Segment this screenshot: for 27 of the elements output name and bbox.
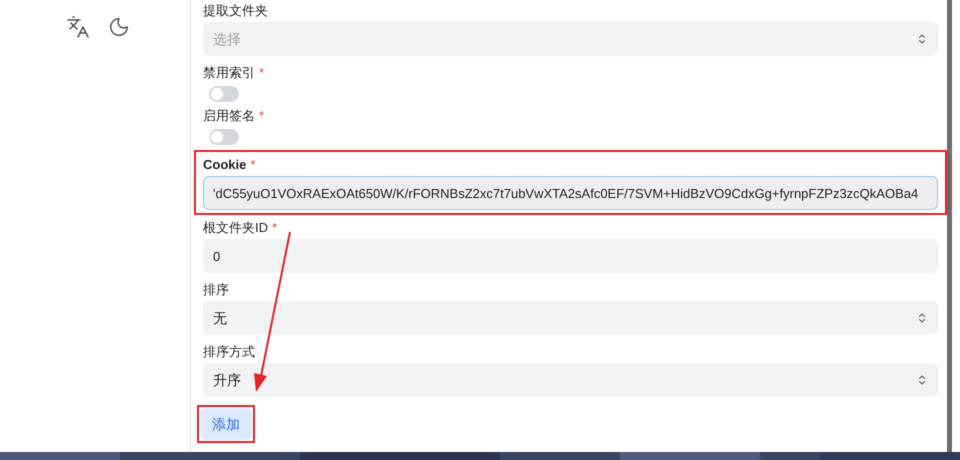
toggle-switch[interactable] (209, 129, 239, 145)
required-mark: * (259, 64, 264, 82)
add-button[interactable]: 添加 (200, 408, 252, 440)
select-field[interactable]: 升序 (203, 363, 938, 397)
chevron-icon (916, 33, 928, 45)
required-mark: * (259, 107, 264, 126)
chevron-icon (916, 374, 928, 386)
field-label: Cookie (203, 156, 246, 174)
field-label: 启用签名 (203, 107, 255, 126)
select-value: 升序 (213, 370, 241, 390)
field-label: 禁用索引 (203, 64, 255, 82)
select-field[interactable]: 无 (203, 301, 938, 335)
required-mark: * (272, 219, 278, 238)
chevron-icon (916, 312, 928, 324)
text-field[interactable]: 0 (203, 239, 938, 273)
dark-mode-icon[interactable] (108, 16, 130, 38)
select-value: 无 (213, 308, 227, 328)
required-mark: * (250, 156, 256, 174)
translate-icon[interactable] (66, 15, 90, 39)
field-label: 根文件夹ID (203, 219, 268, 238)
toggle-switch[interactable] (209, 86, 239, 102)
select-placeholder: 选择 (213, 30, 241, 48)
scrollbar[interactable] (947, 0, 952, 452)
text-field[interactable]: 'dC55yuO1VOxRAExOAt650W/K/rFORNBsZ2xc7t7ubVwXTA2sAfc0EF/7SVM+HidBzVO9CdxGg+fyrnpFZPz3zcQkAOBa4 (203, 176, 938, 210)
field-label: 排序 (203, 281, 229, 300)
field-label: 提取文件夹 (203, 2, 268, 20)
field-label: 排序方式 (203, 343, 255, 362)
